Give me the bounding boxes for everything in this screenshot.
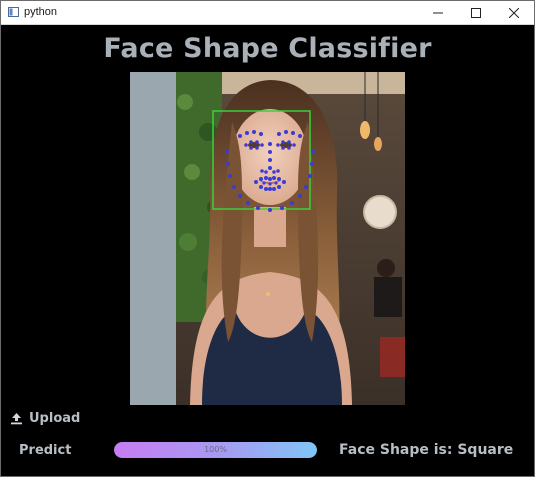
predict-button[interactable]: Predict (19, 443, 71, 458)
window-title: python (24, 6, 58, 18)
upload-button[interactable]: Upload (10, 411, 80, 426)
maximize-button[interactable] (459, 1, 492, 24)
face-photo (130, 72, 405, 405)
face-landmarks (225, 130, 315, 212)
close-button[interactable] (497, 1, 530, 24)
face-shape-result: Face Shape is: Square (339, 442, 514, 458)
face-bounding-box (212, 110, 311, 210)
title-bar[interactable]: python (1, 1, 534, 25)
progress-percent-label: 100% (204, 445, 227, 454)
upload-label: Upload (29, 411, 81, 426)
close-icon (508, 7, 519, 18)
minimize-button[interactable] (421, 1, 454, 24)
face-detection-overlay (212, 110, 315, 212)
progress-bar: 100% (114, 442, 317, 458)
minimize-icon (432, 12, 443, 13)
upload-icon (11, 413, 22, 425)
maximize-icon (470, 7, 481, 18)
python-window-icon (8, 7, 19, 17)
app-window: python Face Shape Classifier Upload Pred… (0, 0, 535, 477)
app-heading: Face Shape Classifier (103, 33, 432, 64)
